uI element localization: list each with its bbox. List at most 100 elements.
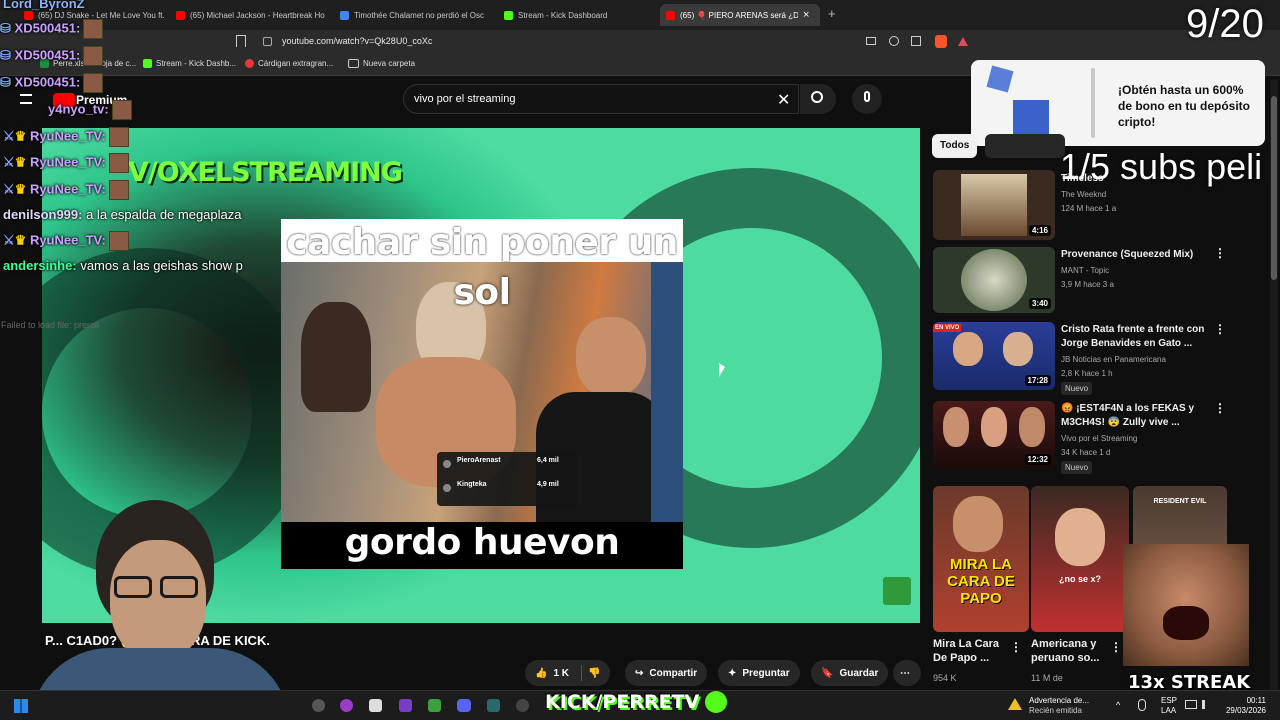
person-face xyxy=(1019,407,1045,447)
viewer-count: 6,4 mil xyxy=(537,457,559,464)
tab-close-icon[interactable]: × xyxy=(803,9,809,21)
chat-message: ⚔♛ RyuNee_TV: xyxy=(3,127,129,147)
ask-label: Preguntar xyxy=(742,667,790,679)
video-thumbnail[interactable]: 3:40 xyxy=(933,247,1055,313)
microphone-tray-icon[interactable] xyxy=(1138,699,1146,711)
search-button[interactable] xyxy=(800,84,836,114)
short-views: 954 K xyxy=(933,673,957,683)
emote-icon xyxy=(108,231,129,251)
volume-icon[interactable] xyxy=(1202,700,1212,709)
browser-tab-active[interactable]: (65) 🎈 PIERO ARENAS será ¿DE × xyxy=(660,4,820,26)
bookmark-label: Stream - Kick Dashb... xyxy=(156,59,237,68)
url-field[interactable]: youtube.com/watch?v=Qk28U0_coXc xyxy=(282,36,432,46)
browser-tab[interactable]: Stream - Kick Dashboard xyxy=(498,4,653,26)
clock-time[interactable]: 00:11 xyxy=(1222,696,1266,705)
taskbar-app-icon[interactable] xyxy=(428,699,441,712)
language-indicator[interactable]: ESP xyxy=(1161,696,1177,705)
emote-icon xyxy=(108,127,129,147)
more-options-icon[interactable]: ⋮ xyxy=(1110,640,1122,654)
taskbar-app-icon[interactable] xyxy=(312,699,325,712)
bookmark-item[interactable]: Stream - Kick Dashb... xyxy=(143,59,236,68)
badge-icon: ⛁ xyxy=(0,47,11,63)
search-input[interactable]: vivo por el streaming xyxy=(414,93,516,105)
video-thumbnail[interactable]: 4:16 xyxy=(933,170,1055,240)
taskbar-app-icon[interactable] xyxy=(399,699,412,712)
channel-name[interactable]: The Weeknd xyxy=(1061,189,1106,201)
page-scrollbar[interactable] xyxy=(1270,80,1278,690)
network-icon[interactable] xyxy=(1185,700,1197,709)
browser-tab-bar: (65) DJ Snake - Let Me Love You ft. Ju (… xyxy=(0,0,1280,30)
short-title[interactable]: Americana y peruano so... xyxy=(1031,637,1111,665)
chat-username: XD500451: xyxy=(14,74,81,90)
taskbar-app-icon[interactable] xyxy=(369,699,382,712)
keyboard-layout-indicator[interactable]: LAA xyxy=(1161,706,1176,715)
clear-search-icon[interactable]: ✕ xyxy=(777,90,790,110)
obs-icon[interactable] xyxy=(516,699,529,712)
site-settings-icon[interactable] xyxy=(263,37,272,46)
rewards-icon[interactable] xyxy=(958,37,968,46)
tab-label: (65) Michael Jackson - Heartbreak Ho xyxy=(190,10,325,20)
crown-badge-icon: ♛ xyxy=(14,154,27,170)
notification-title[interactable]: Advertencia de... xyxy=(1029,696,1089,705)
brave-shield-icon[interactable] xyxy=(935,35,947,48)
scrollbar-thumb[interactable] xyxy=(1271,96,1277,280)
video-title[interactable]: Provenance (Squeezed Mix) xyxy=(1061,248,1211,262)
face xyxy=(110,540,206,660)
browser-tab[interactable]: (65) Michael Jackson - Heartbreak Ho xyxy=(170,4,325,26)
voice-search-button[interactable] xyxy=(852,84,882,114)
bookmark-folder[interactable]: Nueva carpeta xyxy=(348,59,415,68)
more-options-icon[interactable]: ⋮ xyxy=(1010,640,1022,654)
badge-icon: ⛁ xyxy=(0,20,11,36)
short-title[interactable]: Mira La Cara De Papo ... xyxy=(933,637,1013,665)
taskbar-app-icon[interactable] xyxy=(487,699,500,712)
filter-chip-all[interactable]: Todos xyxy=(932,134,978,158)
emote-icon xyxy=(83,19,104,39)
meme-top-text-line1: cachar sin poner un xyxy=(286,222,678,263)
like-count: 1 K xyxy=(553,667,570,679)
share-button[interactable]: ↪ Compartir xyxy=(625,660,708,686)
more-options-icon[interactable]: ⋮ xyxy=(1214,401,1226,415)
more-options-icon[interactable]: ⋮ xyxy=(1214,322,1226,336)
new-tab-button[interactable]: + xyxy=(828,6,836,21)
channel-name[interactable]: JB Noticias en Panamericana xyxy=(1061,354,1166,366)
thumbs-down-icon[interactable]: 👎 xyxy=(588,668,600,679)
save-button[interactable]: 🔖 Guardar xyxy=(811,660,889,686)
warning-icon[interactable] xyxy=(1008,698,1022,710)
bookmark-item[interactable]: Cárdigan extragran... xyxy=(245,59,333,68)
video-title[interactable]: 😡 ¡EST4F4N a los FEKAS y M3CH4S! 😨 Zully… xyxy=(1061,402,1211,430)
channel-name[interactable]: MANT - Topic xyxy=(1061,265,1109,277)
video-thumbnail[interactable]: 12:32 xyxy=(933,401,1055,469)
short-thumbnail[interactable]: ¿no se x? xyxy=(1031,486,1129,632)
windows-start-icon[interactable] xyxy=(14,699,28,713)
clock-date[interactable]: 29/03/2026 xyxy=(1222,706,1266,715)
zoom-icon[interactable] xyxy=(889,36,899,46)
emote-icon xyxy=(108,153,129,173)
like-divider xyxy=(581,665,583,681)
short-thumbnail[interactable]: MIRA LA CARA DE PAPO xyxy=(933,486,1029,632)
video-meta: 2,8 K hace 1 h xyxy=(1061,369,1113,378)
bookmark-icon[interactable] xyxy=(236,35,246,47)
person-figure xyxy=(576,317,646,397)
cast-icon[interactable] xyxy=(866,37,876,45)
ask-button[interactable]: ✦ Preguntar xyxy=(718,660,800,686)
video-title[interactable]: Cristo Rata frente a frente con Jorge Be… xyxy=(1061,323,1211,351)
avatar xyxy=(443,460,451,468)
tray-chevron-icon[interactable]: ^ xyxy=(1116,700,1120,710)
like-button[interactable]: 👍 1 K 👎 xyxy=(525,660,611,686)
discord-icon[interactable] xyxy=(457,699,471,712)
video-title[interactable]: Timeless xyxy=(1061,172,1211,186)
viewer-count: 4,9 mil xyxy=(537,481,559,488)
taskbar-app-icon[interactable] xyxy=(340,699,353,712)
share-page-icon[interactable] xyxy=(911,36,921,46)
meme-top-text-line2: sol xyxy=(453,272,512,313)
more-actions-button[interactable]: ⋯ xyxy=(893,660,921,686)
channel-name[interactable]: Vivo por el Streaming xyxy=(1061,433,1137,445)
menu-icon[interactable] xyxy=(20,94,32,104)
browser-tab[interactable]: Timothée Chalamet no perdió el Osc xyxy=(334,4,489,26)
video-thumbnail[interactable]: EN VIVO 17:28 xyxy=(933,322,1055,390)
more-options-icon[interactable]: ⋮ xyxy=(1214,246,1226,260)
filter-chip[interactable] xyxy=(985,134,1065,158)
duration-badge: 3:40 xyxy=(1028,298,1051,309)
short-overlay-text: RESIDENT EVIL xyxy=(1153,498,1207,505)
thumbs-up-icon: 👍 xyxy=(535,667,548,679)
